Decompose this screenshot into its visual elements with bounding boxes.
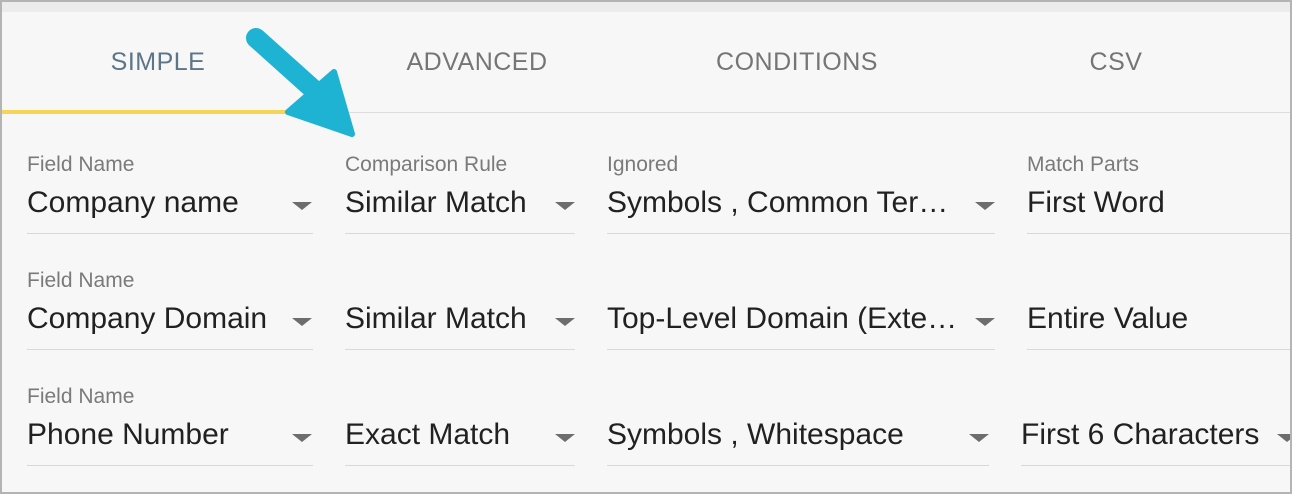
caret-down-icon bbox=[975, 318, 995, 326]
field-name-select[interactable]: Phone Number bbox=[27, 415, 313, 466]
caret-down-icon bbox=[292, 202, 312, 210]
field-name-label: Field Name bbox=[27, 385, 135, 408]
caret-down-icon bbox=[555, 434, 575, 442]
tab-csv-label: CSV bbox=[1089, 47, 1143, 76]
comparison-rule-value: Exact Match bbox=[345, 418, 511, 451]
rule-row: Field Name Phone Number Exact Match Symb… bbox=[2, 385, 1290, 492]
field-name-label: Field Name bbox=[27, 269, 135, 292]
comparison-rule-value: Similar Match bbox=[345, 302, 527, 335]
ignored-value: Symbols , Common Ter… bbox=[607, 186, 949, 219]
tab-advanced-label: ADVANCED bbox=[406, 47, 548, 76]
field-name-select[interactable]: Company name bbox=[27, 183, 313, 234]
ignored-select[interactable]: Symbols , Common Ter… bbox=[607, 183, 995, 234]
field-name-select[interactable]: Company Domain bbox=[27, 299, 313, 350]
ignored-label: Ignored bbox=[607, 153, 679, 176]
match-parts-select[interactable]: First Word bbox=[1027, 183, 1290, 234]
tab-simple[interactable]: SIMPLE bbox=[2, 12, 314, 114]
tab-advanced[interactable]: ADVANCED bbox=[314, 12, 640, 112]
caret-down-icon bbox=[555, 202, 575, 210]
ignored-value: Symbols , Whitespace bbox=[607, 418, 904, 451]
caret-down-icon bbox=[1277, 434, 1290, 442]
caret-down-icon bbox=[292, 318, 312, 326]
field-name-value: Company name bbox=[27, 186, 239, 219]
match-parts-select[interactable]: Entire Value bbox=[1027, 299, 1290, 350]
top-strip bbox=[2, 2, 1290, 12]
comparison-rule-select[interactable]: Similar Match bbox=[345, 183, 575, 234]
field-name-value: Company Domain bbox=[27, 302, 268, 335]
ignored-select[interactable]: Symbols , Whitespace bbox=[607, 415, 989, 466]
caret-down-icon bbox=[292, 434, 312, 442]
match-parts-label: Match Parts bbox=[1027, 153, 1140, 176]
match-rules-panel: SIMPLE ADVANCED CONDITIONS CSV Field Nam… bbox=[0, 0, 1292, 494]
field-name-label: Field Name bbox=[27, 153, 135, 176]
comparison-rule-select[interactable]: Exact Match bbox=[345, 415, 575, 466]
rule-row: Field Name Company Domain Similar Match … bbox=[2, 269, 1290, 385]
field-name-value: Phone Number bbox=[27, 418, 229, 451]
tab-conditions[interactable]: CONDITIONS bbox=[640, 12, 954, 112]
comparison-rule-value: Similar Match bbox=[345, 186, 527, 219]
caret-down-icon bbox=[969, 434, 989, 442]
tab-simple-label: SIMPLE bbox=[110, 47, 206, 76]
ignored-select[interactable]: Top-Level Domain (Exte… bbox=[607, 299, 995, 350]
comparison-rule-select[interactable]: Similar Match bbox=[345, 299, 575, 350]
comparison-rule-label: Comparison Rule bbox=[345, 153, 508, 176]
active-tab-indicator bbox=[2, 110, 314, 114]
rule-row: Field Name Company name Comparison Rule … bbox=[2, 153, 1290, 269]
caret-down-icon bbox=[975, 202, 995, 210]
ignored-value: Top-Level Domain (Exte… bbox=[607, 302, 958, 335]
match-parts-value: First Word bbox=[1027, 186, 1165, 219]
tab-conditions-label: CONDITIONS bbox=[716, 47, 878, 76]
tab-csv[interactable]: CSV bbox=[954, 12, 1278, 112]
match-parts-value: First 6 Characters bbox=[1021, 418, 1260, 451]
caret-down-icon bbox=[555, 318, 575, 326]
tab-bar: SIMPLE ADVANCED CONDITIONS CSV bbox=[2, 12, 1290, 114]
match-parts-select[interactable]: First 6 Characters bbox=[1021, 415, 1290, 466]
match-parts-value: Entire Value bbox=[1027, 302, 1189, 335]
